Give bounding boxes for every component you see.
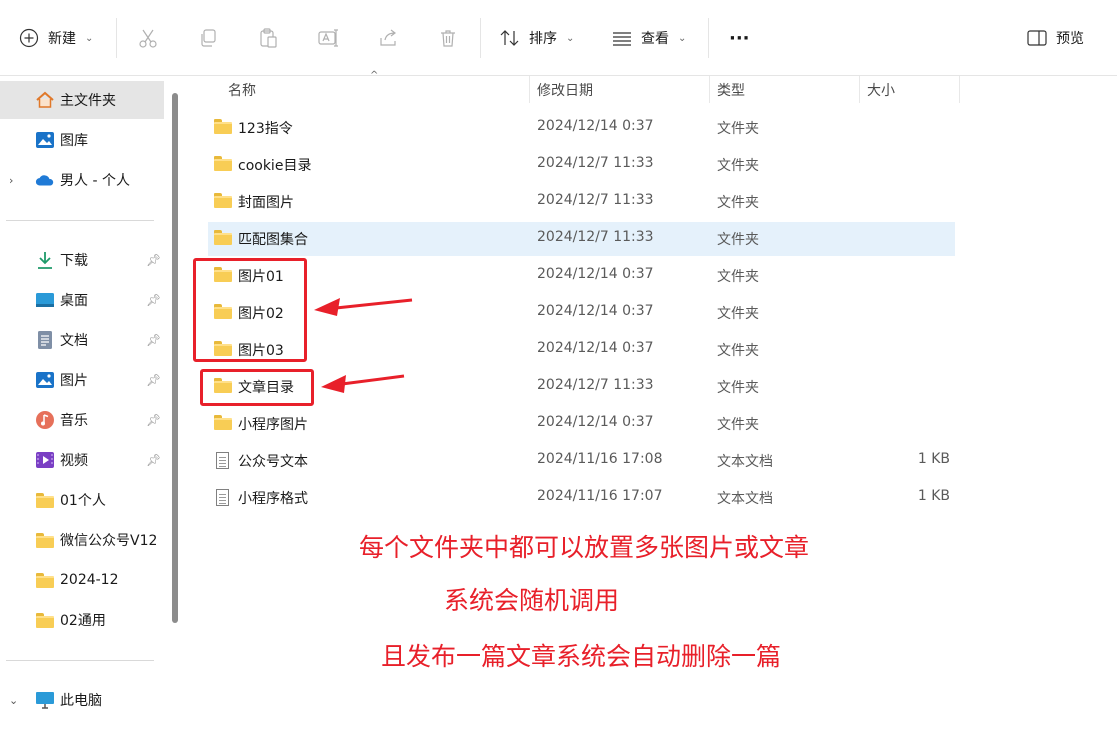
arrow-icon <box>314 298 413 316</box>
arrow-icon <box>321 374 405 393</box>
annotation-text: 系统会随机调用 <box>444 586 620 615</box>
annotation-text: 且发布一篇文章系统会自动删除一篇 <box>381 642 782 671</box>
annotation-text: 每个文件夹中都可以放置多张图片或文章 <box>359 533 810 562</box>
annotation-arrows <box>314 298 413 393</box>
